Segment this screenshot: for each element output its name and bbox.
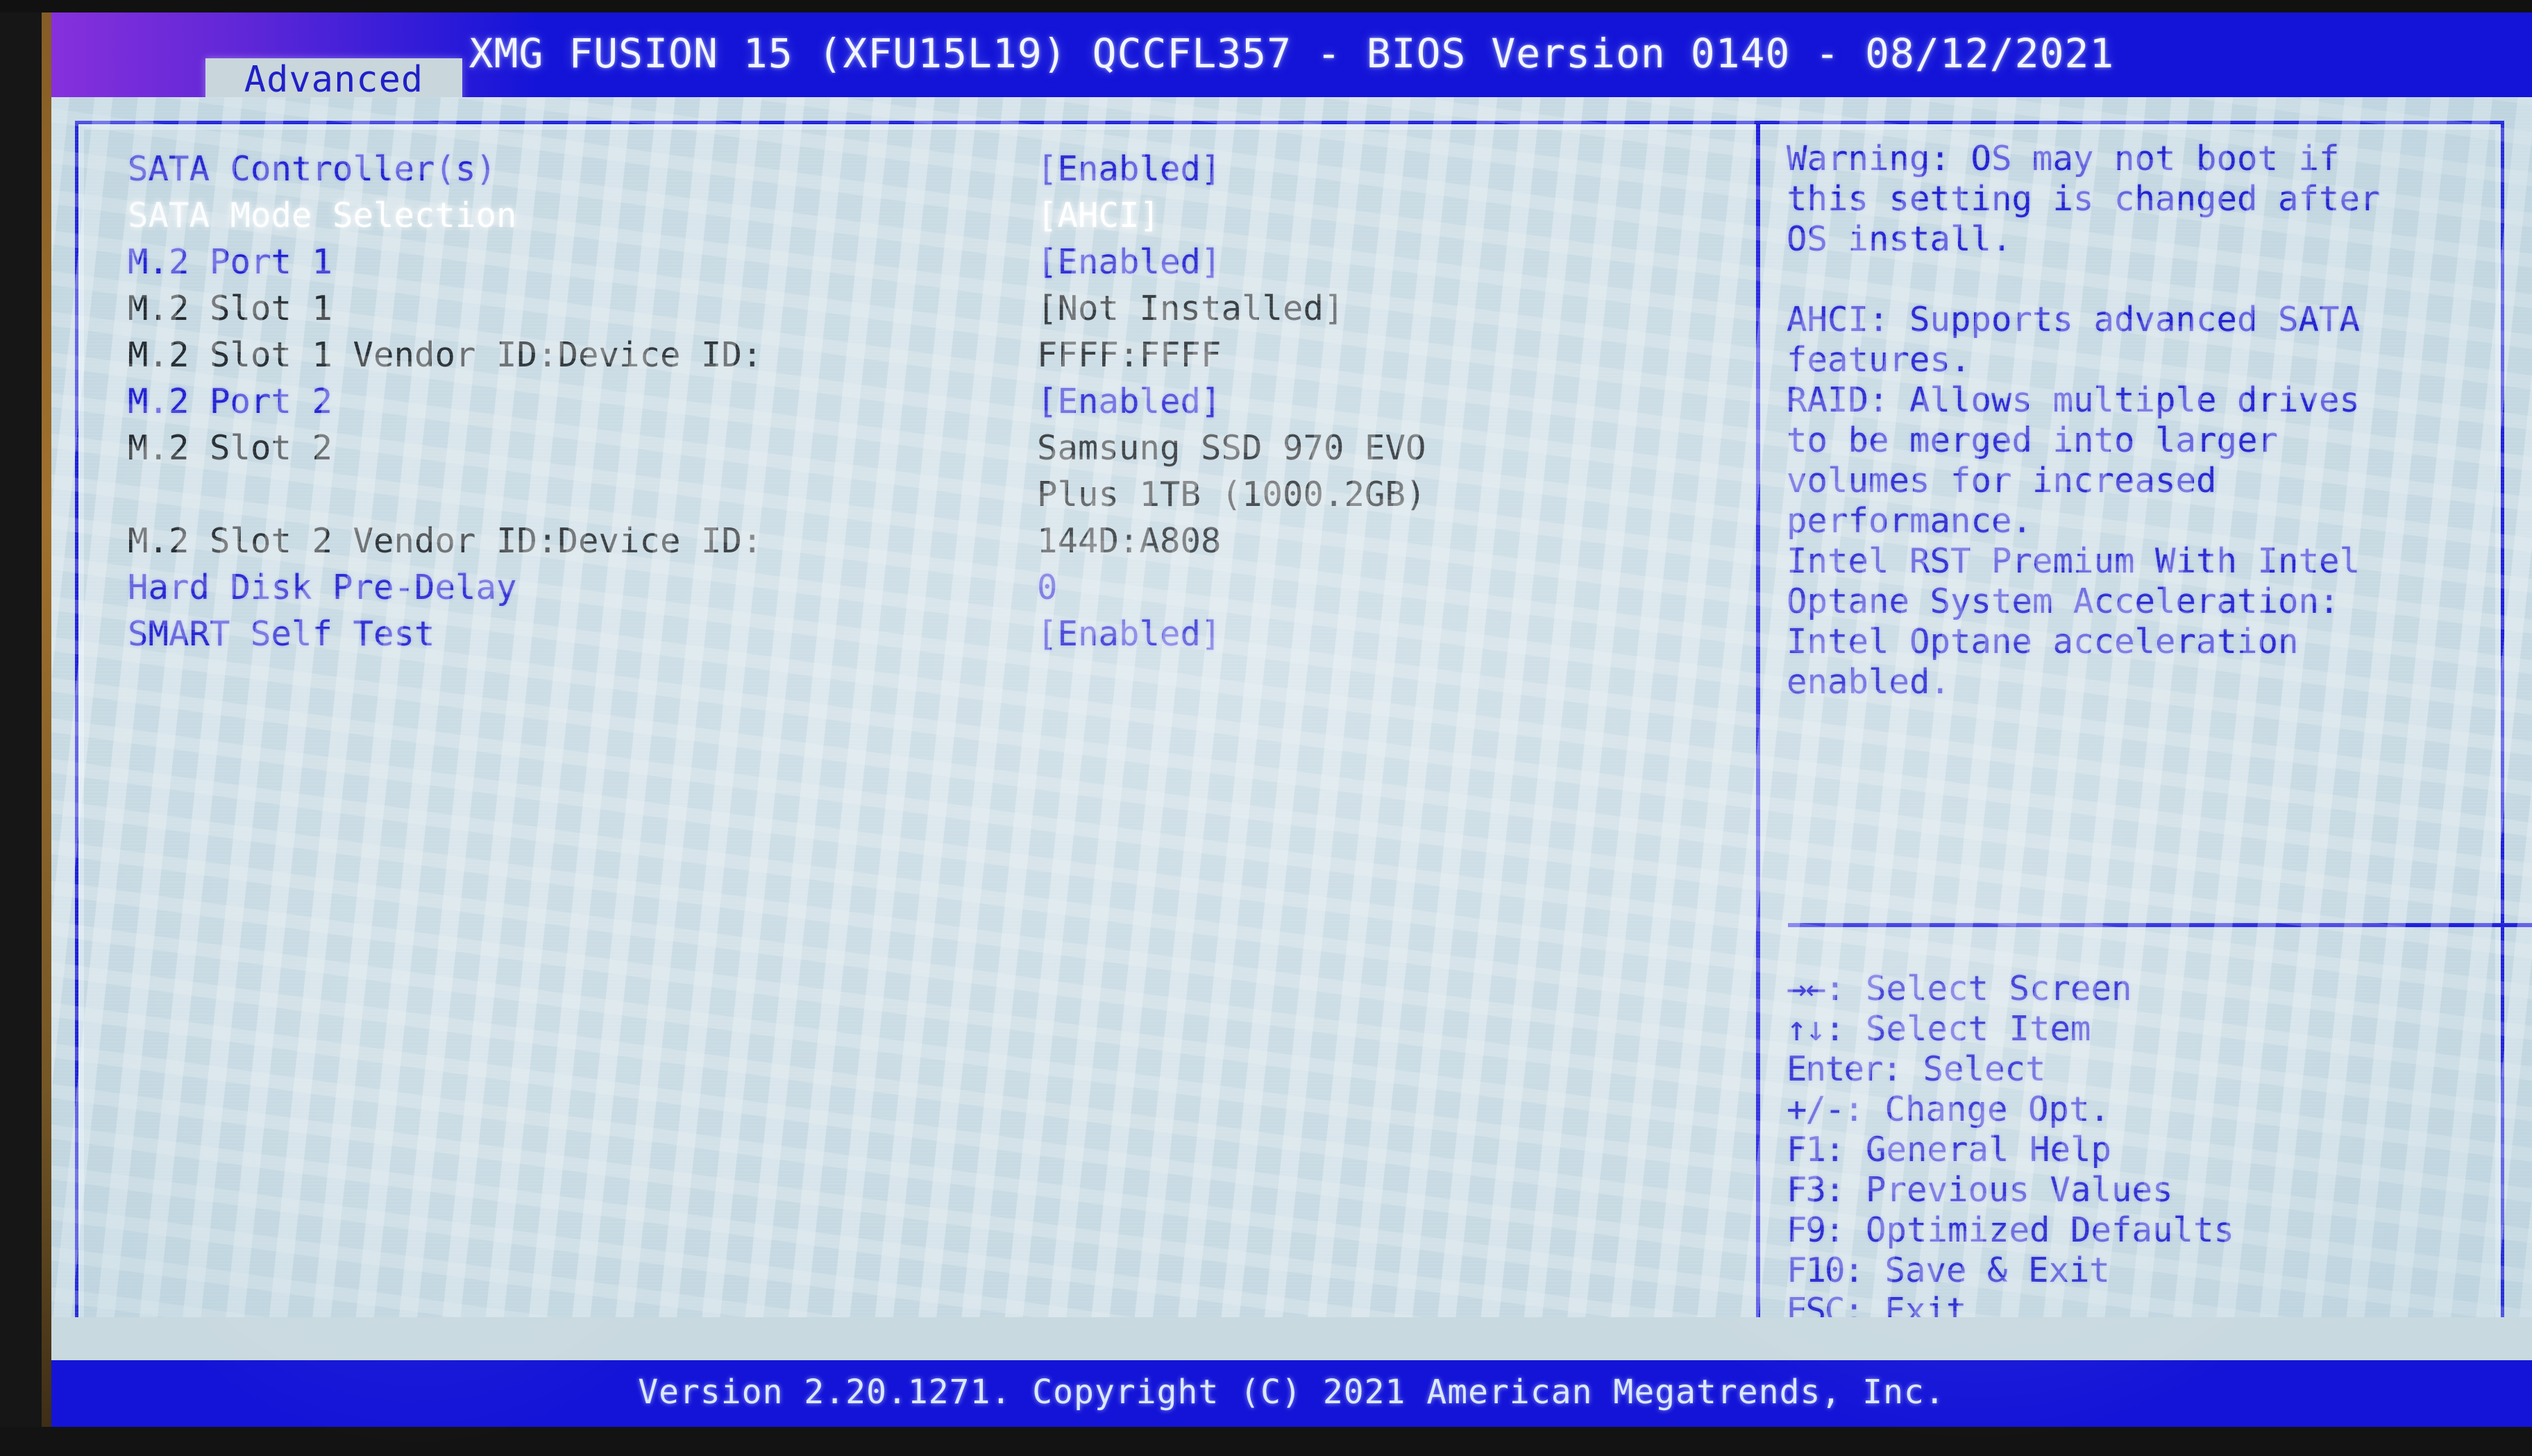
key-action-label: : General Help xyxy=(1825,1130,2112,1169)
footer-bar: Version 2.20.1271. Copyright (C) 2021 Am… xyxy=(51,1360,2532,1427)
key-action-label: : Change Opt. xyxy=(1843,1090,2111,1129)
setting-label: M.2 Port 1 xyxy=(128,242,333,282)
key-hint-row: F1: General Help xyxy=(1787,1130,2532,1170)
setting-label: SATA Controller(s) xyxy=(128,149,497,189)
bezel-top-edge xyxy=(0,0,2532,12)
setting-label: Hard Disk Pre-Delay xyxy=(128,568,517,607)
key-action-label: : Select Item xyxy=(1825,1009,2091,1049)
key-legend: →←: Select Screen ↑↓: Select Item Enter: S… xyxy=(1787,969,2532,1331)
key-hint-row: Enter: Select xyxy=(1787,1049,2532,1090)
key-glyph-icon: +/- xyxy=(1787,1090,1846,1129)
key-action-label: : Save & Exit xyxy=(1843,1251,2111,1290)
tab-strip: Advanced xyxy=(51,58,2532,101)
help-paragraph: AHCI: Supports advanced SATA features. R… xyxy=(1787,300,2361,702)
key-action-label: : Previous Values xyxy=(1825,1170,2173,1210)
key-hint-row: F10: Save & Exit xyxy=(1787,1251,2532,1291)
bios-setup-utility: XMG FUSION 15 (XFU15L19) QCCFL357 - BIOS… xyxy=(51,12,2532,1427)
setting-label: M.2 Slot 2 xyxy=(128,428,333,468)
setting-value[interactable]: [Enabled] xyxy=(1037,146,1222,192)
setting-row: M.2 Slot 2 Vendor ID:Device ID: 144D:A808 xyxy=(128,518,1738,564)
setting-label: M.2 Slot 1 Vendor ID:Device ID: xyxy=(128,335,763,375)
setting-row: M.2 Slot 1 Vendor ID:Device ID: FFFF:FFFF xyxy=(128,332,1738,378)
key-hint-row: F9: Optimized Defaults xyxy=(1787,1210,2532,1251)
help-paragraph: Warning: OS may not boot if this setting… xyxy=(1787,139,2381,259)
bezel-reflection-stripe xyxy=(42,0,51,1456)
setting-value: Samsung SSD 970 EVO Plus 1TB (1000.2GB) xyxy=(1037,428,1426,514)
setting-row[interactable]: Hard Disk Pre-Delay 0 xyxy=(128,564,1738,611)
setting-value[interactable]: [Enabled] xyxy=(1037,378,1222,425)
key-glyph-icon: F10 xyxy=(1787,1251,1846,1290)
help-panel: Warning: OS may not boot if this setting… xyxy=(1787,139,2532,702)
key-hint-row: ↑↓: Select Item xyxy=(1787,1009,2532,1049)
key-hint-row: →←: Select Screen xyxy=(1787,969,2532,1009)
setting-label: M.2 Port 2 xyxy=(128,382,333,421)
photographed-laptop-screen: XMG FUSION 15 (XFU15L19) QCCFL357 - BIOS… xyxy=(0,0,2532,1456)
key-glyph-icon: F3 xyxy=(1787,1170,1826,1210)
setting-row: M.2 Slot 2 Samsung SSD 970 EVO Plus 1TB (… xyxy=(128,425,1738,518)
setting-label: SATA Mode Selection xyxy=(128,196,517,235)
key-glyph-icon: →← xyxy=(1787,969,1826,1008)
setting-label: M.2 Slot 2 Vendor ID:Device ID: xyxy=(128,521,763,561)
setting-label: M.2 Slot 1 xyxy=(128,289,333,328)
setting-row[interactable]: SMART Self Test [Enabled] xyxy=(128,611,1738,657)
panel-vertical-divider xyxy=(1756,121,1760,1348)
key-glyph-icon: F9 xyxy=(1787,1210,1826,1250)
key-hint-row: F3: Previous Values xyxy=(1787,1170,2532,1210)
setting-row[interactable]: SATA Mode Selection [AHCI] xyxy=(128,192,1738,239)
settings-list: SATA Controller(s) [Enabled] SATA Mode Sel… xyxy=(128,146,1738,657)
setting-label: SMART Self Test xyxy=(128,614,435,654)
setting-row[interactable]: M.2 Port 1 [Enabled] xyxy=(128,239,1738,285)
tab-advanced[interactable]: Advanced xyxy=(205,58,462,101)
key-hint-row: +/-: Change Opt. xyxy=(1787,1090,2532,1130)
setting-row: M.2 Slot 1 [Not Installed] xyxy=(128,285,1738,332)
key-glyph-icon: F1 xyxy=(1787,1130,1826,1169)
setting-row[interactable]: SATA Controller(s) [Enabled] xyxy=(128,146,1738,192)
setting-value[interactable]: [AHCI] xyxy=(1037,192,1160,239)
footer-gap xyxy=(51,1317,2532,1360)
setting-value: FFFF:FFFF xyxy=(1037,335,1222,375)
setting-value[interactable]: [Enabled] xyxy=(1037,239,1222,285)
bezel-bottom-edge xyxy=(0,1427,2532,1456)
key-glyph-icon: Enter xyxy=(1787,1049,1884,1089)
content-area: SATA Controller(s) [Enabled] SATA Mode Sel… xyxy=(51,97,2532,1382)
setting-value[interactable]: 0 xyxy=(1037,564,1058,611)
help-key-separator xyxy=(1788,923,2532,927)
key-action-label: : Select xyxy=(1882,1049,2046,1089)
copyright-text: Version 2.20.1271. Copyright (C) 2021 Am… xyxy=(638,1373,1946,1412)
setting-value: 144D:A808 xyxy=(1037,521,1222,561)
key-glyph-icon: ↑↓ xyxy=(1787,1009,1826,1049)
setting-value: [Not Installed] xyxy=(1037,289,1344,328)
setting-value[interactable]: [Enabled] xyxy=(1037,611,1222,657)
key-action-label: : Select Screen xyxy=(1825,969,2132,1008)
setting-row[interactable]: M.2 Port 2 [Enabled] xyxy=(128,378,1738,425)
key-action-label: : Optimized Defaults xyxy=(1825,1210,2235,1250)
